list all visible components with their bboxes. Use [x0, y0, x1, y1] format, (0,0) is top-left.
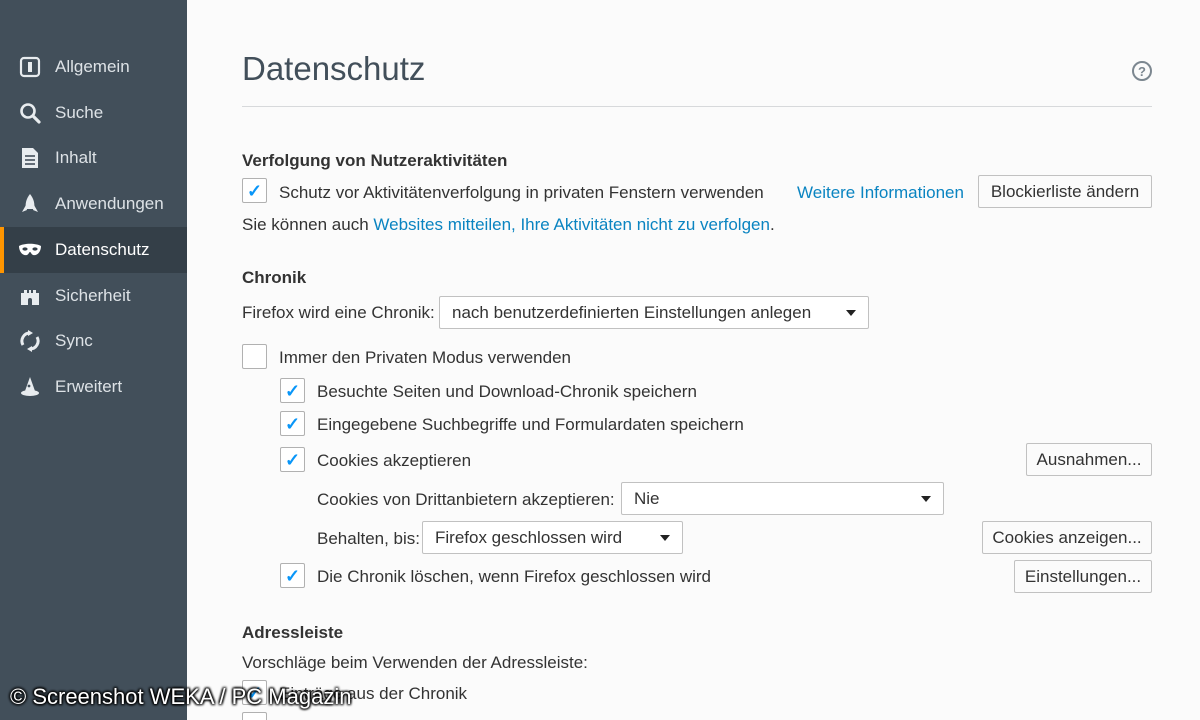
third-party-value: Nie	[634, 488, 660, 508]
sidebar-item-allgemein[interactable]: Allgemein	[0, 44, 187, 90]
visited-pages-checkbox[interactable]: ✓	[280, 378, 305, 403]
copyright-watermark: © Screenshot WEKA / PC Magazin	[10, 684, 352, 709]
general-icon	[18, 55, 42, 79]
more-info-link[interactable]: Weitere Informationen	[797, 183, 964, 203]
history-mode-label: Firefox wird eine Chronik:	[242, 303, 435, 322]
private-mode-checkbox[interactable]	[242, 344, 267, 369]
addressbar-heading: Adressleiste	[242, 623, 344, 642]
page-title: Datenschutz	[242, 50, 426, 87]
checkmark-icon: ✓	[284, 413, 301, 434]
addressbar-bookmarks-checkbox[interactable]	[242, 712, 267, 720]
sync-icon	[18, 329, 42, 353]
main-content: Datenschutz ? Verfolgung von Nutzeraktiv…	[187, 0, 1200, 720]
search-form-label: Eingegebene Suchbegriffe und Formulardat…	[317, 415, 744, 434]
sidebar: Allgemein Suche Inhalt Anwendungen Daten…	[0, 0, 187, 720]
search-icon	[18, 101, 42, 125]
keep-until-label: Behalten, bis:	[317, 529, 421, 548]
chevron-down-icon	[660, 535, 670, 541]
keep-until-select[interactable]: Firefox geschlossen wird	[422, 521, 683, 554]
blocklist-button[interactable]: Blockierliste ändern	[978, 175, 1152, 208]
history-mode-value: nach benutzerdefinierten Einstellungen a…	[452, 302, 812, 322]
sidebar-item-erweitert[interactable]: Erweitert	[0, 364, 187, 410]
sidebar-item-label: Suche	[55, 103, 104, 122]
cookies-label: Cookies akzeptieren	[317, 451, 472, 470]
history-settings-button[interactable]: Einstellungen...	[1014, 560, 1152, 593]
third-party-label: Cookies von Drittanbietern akzeptieren:	[317, 490, 615, 509]
mask-icon	[18, 238, 42, 262]
tracking-heading: Verfolgung von Nutzeraktivitäten	[242, 151, 508, 170]
sidebar-item-datenschutz[interactable]: Datenschutz	[0, 227, 187, 273]
private-mode-label: Immer den Privaten Modus verwenden	[279, 348, 571, 367]
exceptions-button[interactable]: Ausnahmen...	[1026, 443, 1152, 476]
sidebar-item-inhalt[interactable]: Inhalt	[0, 135, 187, 181]
checkmark-icon: ✓	[246, 180, 263, 201]
sidebar-item-label: Anwendungen	[55, 194, 164, 213]
clear-on-close-label: Die Chronik löschen, wenn Firefox geschl…	[317, 567, 712, 586]
rocket-icon	[18, 192, 42, 216]
sidebar-item-suche[interactable]: Suche	[0, 90, 187, 136]
history-mode-select[interactable]: nach benutzerdefinierten Einstellungen a…	[439, 296, 869, 329]
sidebar-item-label: Sicherheit	[55, 286, 131, 305]
dnt-suffix: .	[769, 215, 775, 234]
sidebar-item-label: Allgemein	[55, 57, 130, 76]
history-heading: Chronik	[242, 268, 307, 287]
checkmark-icon: ✓	[284, 380, 301, 401]
title-divider	[242, 106, 1152, 107]
sidebar-item-anwendungen[interactable]: Anwendungen	[0, 181, 187, 227]
sidebar-item-label: Erweitert	[55, 377, 123, 396]
tracking-protection-label: Schutz vor Aktivitätenverfolgung in priv…	[279, 183, 764, 202]
tracking-protection-checkbox[interactable]: ✓	[242, 178, 267, 203]
search-form-checkbox[interactable]: ✓	[280, 411, 305, 436]
chevron-down-icon	[921, 496, 931, 502]
checkmark-icon: ✓	[284, 565, 301, 586]
keep-until-value: Firefox geschlossen wird	[435, 527, 623, 547]
sidebar-item-sicherheit[interactable]: Sicherheit	[0, 273, 187, 319]
chevron-down-icon	[846, 310, 856, 316]
clear-on-close-checkbox[interactable]: ✓	[280, 563, 305, 588]
help-icon[interactable]: ?	[1132, 61, 1152, 81]
wizard-hat-icon	[18, 375, 42, 399]
dnt-line: Sie können auch Websites mitteilen, Ihre…	[242, 215, 775, 235]
cookies-checkbox[interactable]: ✓	[280, 447, 305, 472]
third-party-select[interactable]: Nie	[621, 482, 944, 515]
dnt-link[interactable]: Websites mitteilen, Ihre Aktivitäten nic…	[373, 215, 770, 234]
show-cookies-button[interactable]: Cookies anzeigen...	[982, 521, 1152, 554]
checkmark-icon: ✓	[284, 449, 301, 470]
addressbar-suggestions-label: Vorschläge beim Verwenden der Adressleis…	[242, 653, 588, 672]
sidebar-item-sync[interactable]: Sync	[0, 318, 187, 364]
castle-icon	[18, 284, 42, 308]
visited-pages-label: Besuchte Seiten und Download-Chronik spe…	[317, 382, 697, 401]
sidebar-item-label: Inhalt	[55, 148, 97, 167]
sidebar-item-label: Sync	[55, 331, 93, 350]
document-icon	[18, 146, 42, 170]
dnt-prefix: Sie können auch	[242, 215, 374, 234]
sidebar-item-label: Datenschutz	[55, 240, 150, 259]
